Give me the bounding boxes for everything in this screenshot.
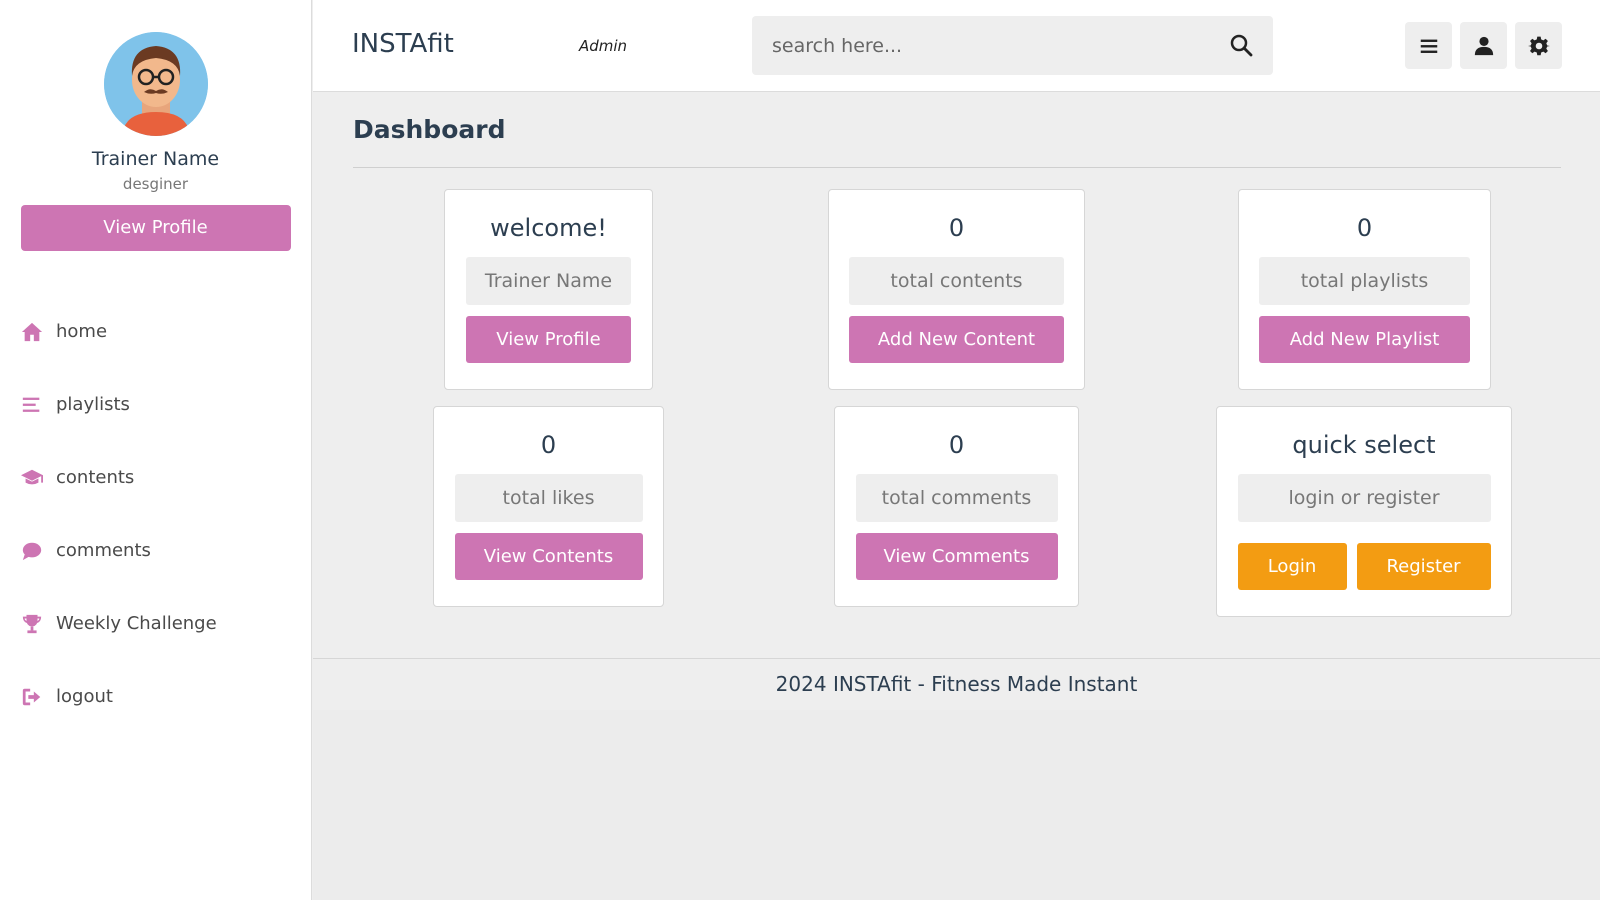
graduation-cap-icon [20,466,44,490]
menu-button[interactable] [1405,22,1452,69]
role-tag: Admin [579,37,628,55]
profile-section: Trainer Name desginer View Profile [0,0,311,251]
sidebar-item-label: Weekly Challenge [56,613,217,634]
card-info-box: total contents [849,257,1064,305]
add-new-content-button[interactable]: Add New Content [849,316,1064,363]
auth-button-group: Login Register [1237,543,1491,590]
view-comments-button[interactable]: View Comments [855,533,1058,580]
list-icon [20,393,44,417]
user-icon [1473,35,1495,57]
avatar [103,32,208,136]
view-contents-button[interactable]: View Contents [454,533,643,580]
sidebar-item-label: comments [56,540,151,561]
card-info-box: total likes [454,474,643,522]
welcome-card: welcome! Trainer Name View Profile [444,189,653,390]
login-button[interactable]: Login [1237,543,1347,590]
sidebar-item-label: logout [56,686,113,707]
card-info-box: total comments [855,474,1058,522]
card-info-box: total playlists [1259,257,1470,305]
comments-card: 0 total comments View Comments [834,406,1079,607]
trophy-icon [20,612,44,636]
search-icon[interactable] [1229,33,1255,59]
sidebar-item-label: home [56,321,108,342]
card-info-box: Trainer Name [466,257,631,305]
contents-card: 0 total contents Add New Content [828,189,1085,390]
sidebar-item-playlists[interactable]: playlists [0,368,311,441]
footer-year: 2024 [775,672,827,696]
card-count: 0 [1356,214,1373,242]
sidebar-item-home[interactable]: home [0,295,311,368]
search-bar [752,16,1273,75]
comment-icon [20,539,44,563]
trainer-name: Trainer Name [91,148,220,170]
likes-card: 0 total likes View Contents [433,406,664,607]
sidebar-item-label: playlists [56,394,130,415]
sidebar: Trainer Name desginer View Profile home … [0,0,312,900]
sidebar-item-label: contents [56,467,135,488]
page-title: Dashboard [353,115,506,144]
user-button[interactable] [1460,22,1507,69]
menu-icon [1418,35,1440,57]
card-heading: welcome! [490,214,607,242]
trainer-role: desginer [122,175,189,193]
playlists-card: 0 total playlists Add New Playlist [1238,189,1491,390]
title-divider [353,167,1561,168]
view-profile-button[interactable]: View Profile [20,205,291,251]
sidebar-item-comments[interactable]: comments [0,514,311,587]
top-header: INSTAfit Admin [313,0,1600,92]
empty-area [313,710,1600,900]
card-count: 0 [948,214,965,242]
sidebar-item-logout[interactable]: logout [0,660,311,733]
brand-logo[interactable]: INSTAfit [352,29,454,59]
home-icon [20,320,44,344]
add-new-playlist-button[interactable]: Add New Playlist [1259,316,1470,363]
sidebar-nav: home playlists contents comments Weekly … [0,295,311,733]
card-heading: quick select [1292,431,1436,459]
footer-tagline: - Fitness Made Instant [917,672,1138,696]
view-profile-card-button[interactable]: View Profile [466,316,631,363]
quick-select-card: quick select login or register Login Reg… [1216,406,1512,617]
sidebar-item-weekly-challenge[interactable]: Weekly Challenge [0,587,311,660]
search-input[interactable] [752,16,1212,75]
card-info-box: login or register [1237,474,1491,522]
card-count: 0 [540,431,557,459]
footer: 2024 INSTAfit - Fitness Made Instant [313,658,1600,710]
settings-button[interactable] [1515,22,1562,69]
card-count: 0 [948,431,965,459]
settings-icon [1527,35,1550,57]
register-button[interactable]: Register [1356,543,1491,590]
logout-icon [20,685,44,709]
footer-brand: INSTAfit [832,672,912,696]
sidebar-item-contents[interactable]: contents [0,441,311,514]
